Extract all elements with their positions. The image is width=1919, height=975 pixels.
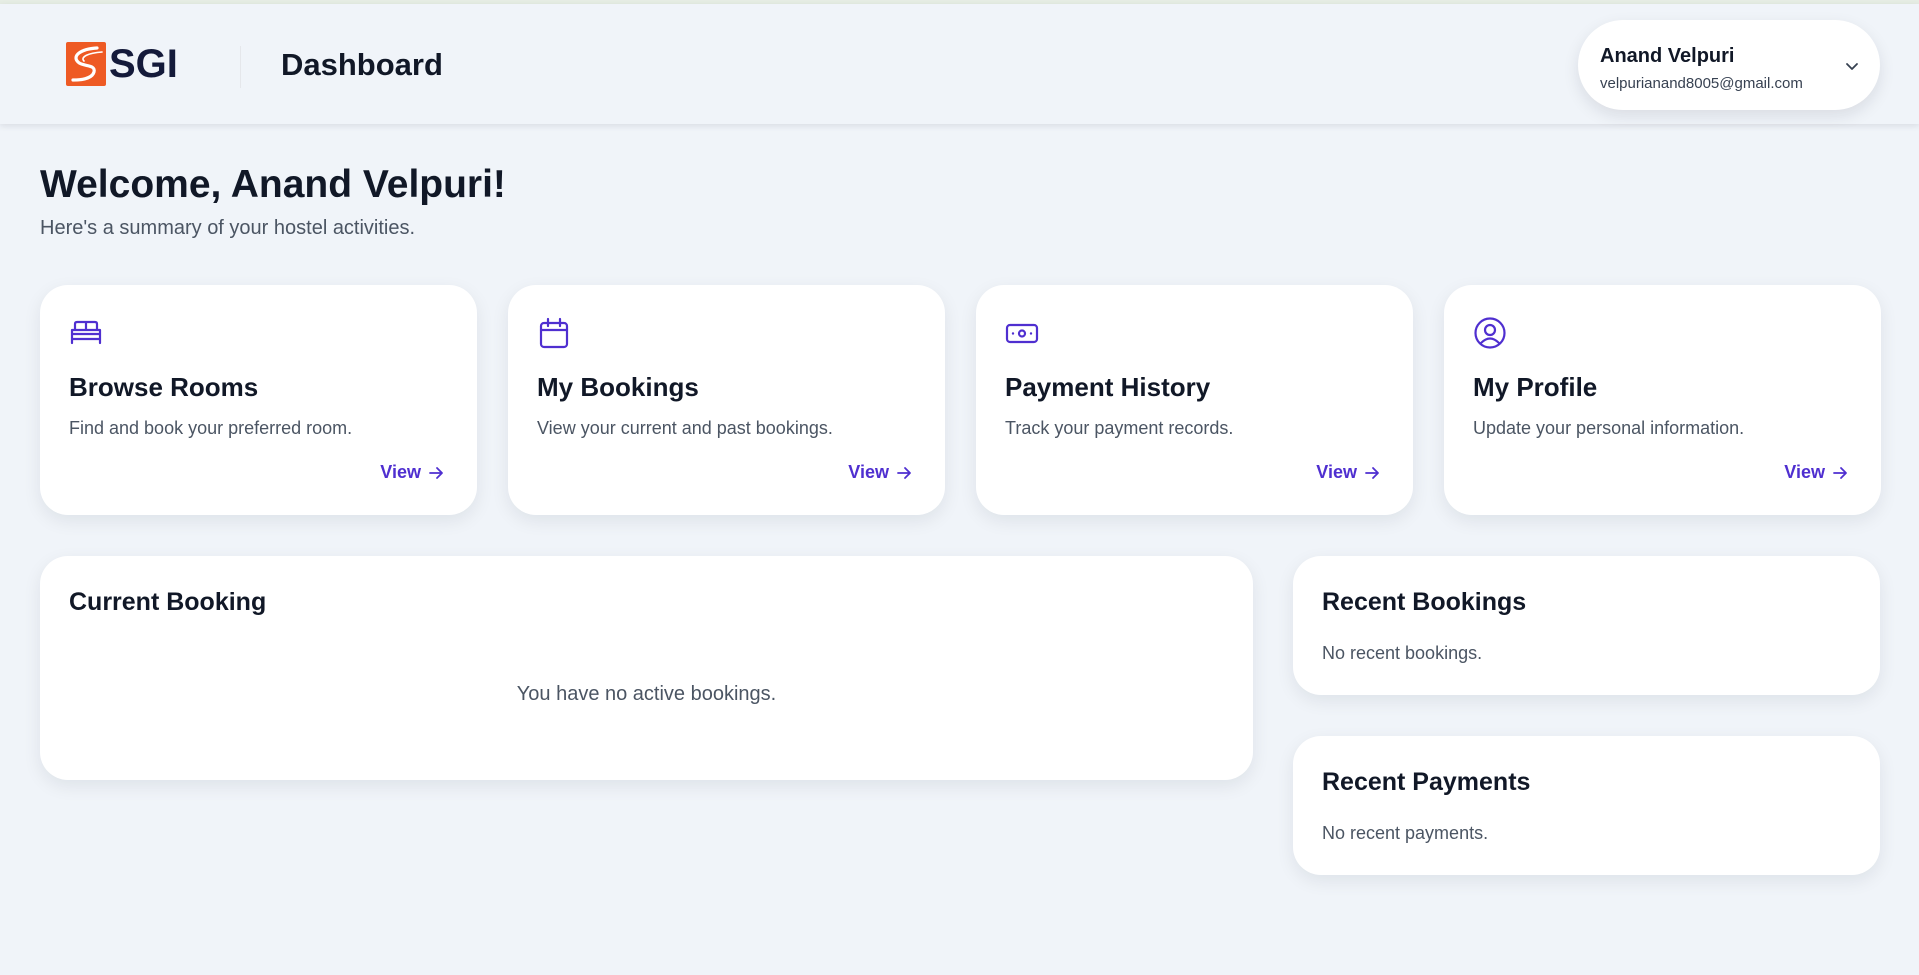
header-divider (240, 46, 241, 88)
recent-payments-empty-message: No recent payments. (1322, 823, 1489, 843)
card-description: Track your payment records. (1005, 418, 1234, 438)
calendar-icon (539, 317, 569, 349)
payment-history-card[interactable]: Payment History Track your payment recor… (976, 285, 1413, 515)
card-description: Update your personal information. (1473, 418, 1745, 438)
recent-payments-title: Recent Payments (1322, 768, 1531, 796)
recent-payments-panel: Recent Payments No recent payments. (1293, 736, 1880, 875)
welcome-heading: Welcome, Anand Velpuri! (40, 163, 506, 206)
user-circle-icon (1474, 317, 1506, 349)
payment-history-view-link[interactable]: View (1316, 462, 1381, 483)
browse-rooms-view-link[interactable]: View (380, 462, 445, 483)
bed-icon (70, 320, 102, 345)
recent-bookings-panel: Recent Bookings No recent bookings. (1293, 556, 1880, 695)
card-description: View your current and past bookings. (537, 418, 833, 438)
view-link-label: View (1316, 462, 1357, 482)
my-bookings-card[interactable]: My Bookings View your current and past b… (508, 285, 945, 515)
arrow-right-icon (1365, 466, 1379, 479)
recent-bookings-title: Recent Bookings (1322, 588, 1527, 616)
logo-mark-icon (66, 42, 106, 86)
user-menu-button[interactable]: Anand Velpuri velpurianand8005@gmail.com (1578, 20, 1880, 110)
app-header: SGI Dashboard Anand Velpuri velpurianand… (0, 4, 1919, 124)
card-title: Payment History (1005, 372, 1211, 402)
view-link-label: View (380, 462, 421, 482)
card-title: Browse Rooms (69, 372, 259, 402)
my-profile-view-link[interactable]: View (1784, 462, 1849, 483)
arrow-right-icon (1833, 466, 1847, 479)
recent-bookings-empty-message: No recent bookings. (1322, 643, 1483, 663)
card-title: My Bookings (537, 372, 699, 402)
card-description: Find and book your preferred room. (69, 418, 353, 438)
user-name: Anand Velpuri (1600, 45, 1735, 67)
page-title: Dashboard (281, 47, 443, 82)
arrow-right-icon (429, 466, 443, 479)
sgi-logo[interactable]: SGI (66, 41, 178, 87)
current-booking-panel: Current Booking You have no active booki… (40, 556, 1253, 780)
current-booking-title: Current Booking (69, 588, 267, 616)
user-email: velpurianand8005@gmail.com (1600, 75, 1803, 92)
view-link-label: View (1784, 462, 1825, 482)
logo-text: SGI (109, 42, 178, 86)
banknote-icon (1005, 323, 1039, 344)
my-bookings-view-link[interactable]: View (848, 462, 913, 483)
arrow-right-icon (897, 466, 911, 479)
card-title: My Profile (1473, 372, 1598, 402)
view-link-label: View (848, 462, 889, 482)
current-booking-empty-message: You have no active bookings. (516, 683, 777, 705)
my-profile-card[interactable]: My Profile Update your personal informat… (1444, 285, 1881, 515)
welcome-subtitle: Here's a summary of your hostel activiti… (40, 217, 416, 239)
chevron-down-icon (1846, 63, 1858, 70)
browse-rooms-card[interactable]: Browse Rooms Find and book your preferre… (40, 285, 477, 515)
